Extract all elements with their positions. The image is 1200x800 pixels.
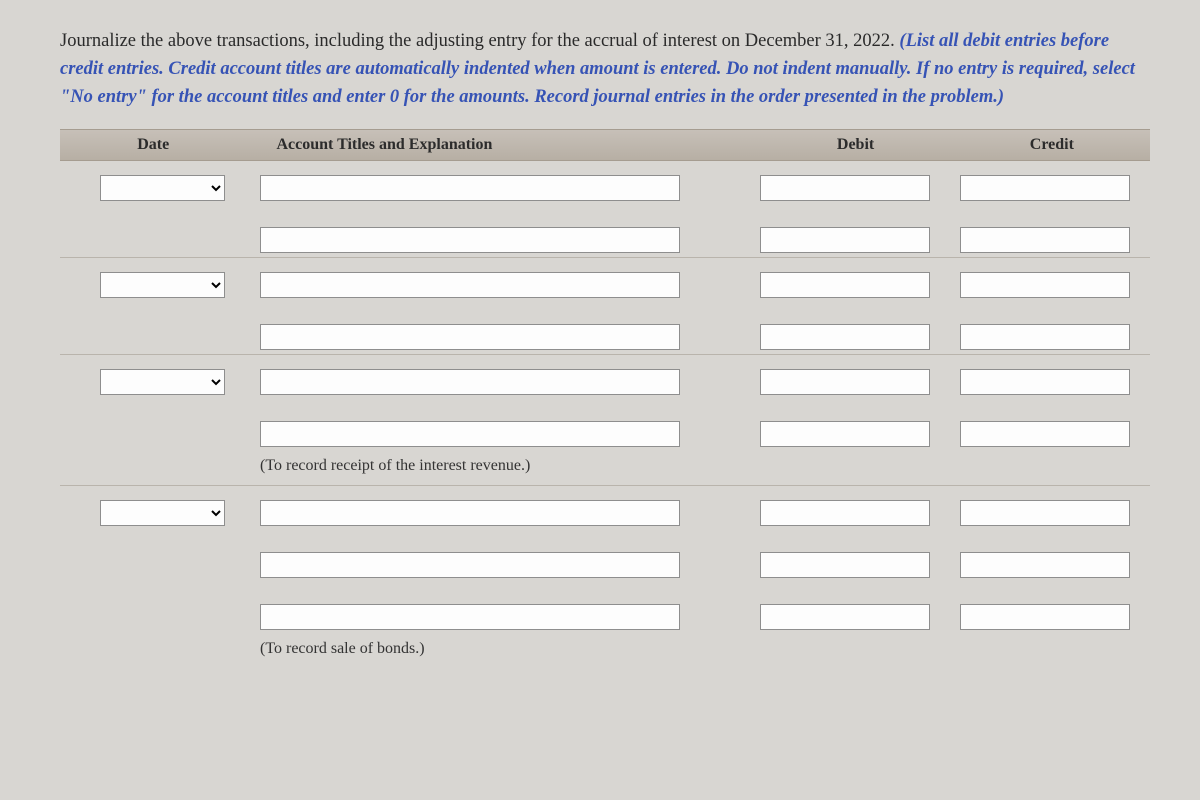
date-select[interactable]	[100, 500, 225, 526]
account-input[interactable]	[260, 369, 680, 395]
date-select[interactable]	[100, 272, 225, 298]
debit-input[interactable]	[760, 324, 930, 350]
table-row	[60, 161, 1150, 258]
instructions-text: Journalize the above transactions, inclu…	[60, 28, 1150, 111]
account-input[interactable]	[260, 552, 680, 578]
credit-input[interactable]	[960, 324, 1130, 350]
credit-input[interactable]	[960, 227, 1130, 253]
header-date: Date	[60, 136, 246, 154]
table-row	[60, 258, 1150, 355]
journal-table: Date Account Titles and Explanation Debi…	[60, 129, 1150, 668]
explanation-interest: (To record receipt of the interest reven…	[260, 447, 740, 481]
table-row: (To record sale of bonds.)	[60, 486, 1150, 668]
credit-input[interactable]	[960, 272, 1130, 298]
instruction-plain: Journalize the above transactions, inclu…	[60, 31, 899, 51]
account-input[interactable]	[260, 227, 680, 253]
account-input[interactable]	[260, 324, 680, 350]
debit-input[interactable]	[760, 272, 930, 298]
account-input[interactable]	[260, 175, 680, 201]
debit-input[interactable]	[760, 604, 930, 630]
table-header-row: Date Account Titles and Explanation Debi…	[60, 129, 1150, 161]
date-select[interactable]	[100, 369, 225, 395]
credit-input[interactable]	[960, 175, 1130, 201]
credit-input[interactable]	[960, 604, 1130, 630]
credit-input[interactable]	[960, 421, 1130, 447]
header-account: Account Titles and Explanation	[246, 136, 757, 154]
account-input[interactable]	[260, 421, 680, 447]
debit-input[interactable]	[760, 227, 930, 253]
debit-input[interactable]	[760, 421, 930, 447]
account-input[interactable]	[260, 604, 680, 630]
credit-input[interactable]	[960, 500, 1130, 526]
header-credit: Credit	[954, 136, 1150, 154]
debit-input[interactable]	[760, 552, 930, 578]
date-select[interactable]	[100, 175, 225, 201]
header-debit: Debit	[757, 136, 953, 154]
account-input[interactable]	[260, 272, 680, 298]
debit-input[interactable]	[760, 369, 930, 395]
explanation-sale: (To record sale of bonds.)	[260, 630, 740, 664]
credit-input[interactable]	[960, 369, 1130, 395]
table-row: (To record receipt of the interest reven…	[60, 355, 1150, 486]
credit-input[interactable]	[960, 552, 1130, 578]
debit-input[interactable]	[760, 175, 930, 201]
debit-input[interactable]	[760, 500, 930, 526]
account-input[interactable]	[260, 500, 680, 526]
